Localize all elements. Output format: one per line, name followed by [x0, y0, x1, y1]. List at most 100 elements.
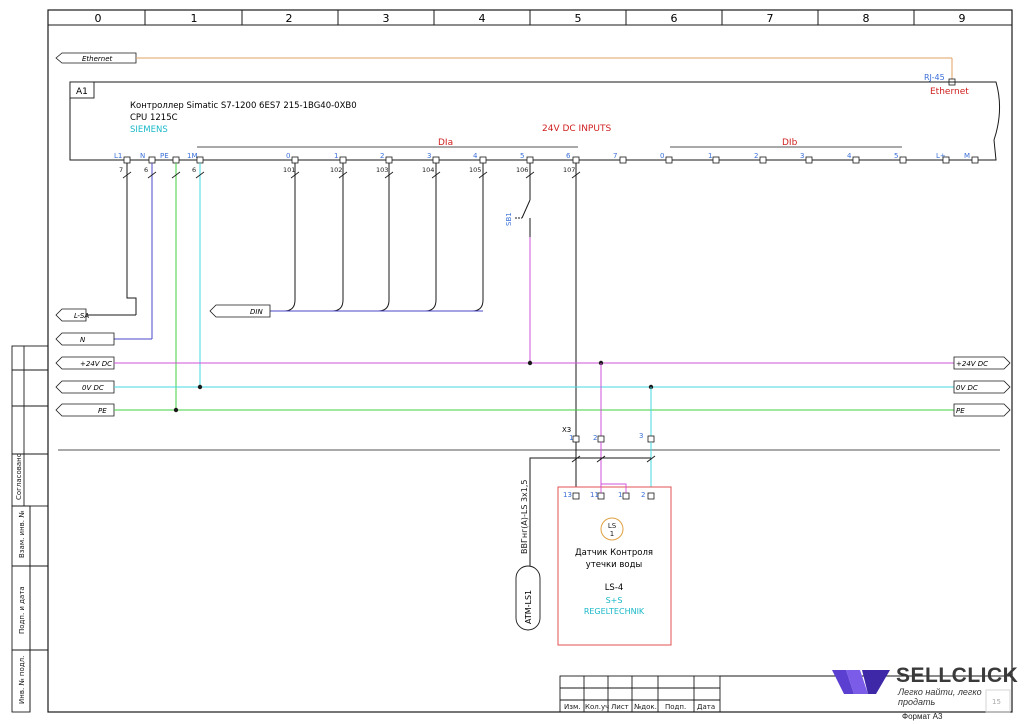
sensor-pin: 13: [563, 491, 572, 499]
pin-label: N: [140, 152, 145, 160]
pin-label: 6: [566, 152, 571, 160]
sensor-pin: 1: [618, 491, 622, 499]
power-buses: [114, 362, 954, 411]
ethernet-port-label: Ethernet: [930, 87, 969, 97]
left-offsheet-tags: L-SA N DIN +24V DC 0V DC PE: [55, 304, 271, 417]
sensor-brand2: REGELTECHNIK: [584, 607, 645, 616]
sensor-name-line1: Датчик Контроля: [575, 548, 653, 558]
column-ruler: 0 1 2 3 4 5 6 7 8 9: [48, 10, 1012, 26]
tb-list: Лист: [611, 703, 629, 711]
pin-label: PE: [160, 152, 169, 160]
ruler-col-2: 2: [286, 12, 293, 25]
watermark-title: SELLCLICK: [896, 664, 1019, 687]
x3-tag: X3: [562, 426, 571, 434]
ruler-col-1: 1: [191, 12, 198, 25]
wire-number: 104: [422, 166, 434, 174]
pin-label: M: [964, 152, 970, 160]
switch-label: SB1: [505, 212, 513, 226]
pin-label: 3: [427, 152, 431, 160]
pin-label: 4: [847, 152, 852, 160]
ruler-col-8: 8: [863, 12, 870, 25]
sensor-pin: 11: [590, 491, 599, 499]
ov-right-label: 0V DC: [956, 384, 978, 392]
pin-label: 2: [754, 152, 758, 160]
pe-left-label: PE: [98, 407, 107, 415]
sensor-name-line2: утечки воды: [586, 560, 642, 570]
x3-pin: 2: [593, 434, 597, 442]
wire-number: 6: [192, 166, 196, 174]
ethernet-offsheet-label: Ethernet: [82, 55, 113, 63]
sensor-symbol-num: 1: [610, 530, 614, 538]
sensor-pin: 2: [641, 491, 645, 499]
ruler-col-9: 9: [959, 12, 966, 25]
wire-number: 101: [283, 166, 295, 174]
pin-label: 1M: [187, 152, 198, 160]
cable-tag-label: ATM-LS1: [524, 590, 533, 624]
ruler-col-5: 5: [575, 12, 582, 25]
ruler-col-0: 0: [95, 12, 102, 25]
p24-right-label: +24V DC: [956, 360, 988, 368]
cable-label: ВВГнг(А)-LS 3х1,5: [520, 479, 529, 554]
watermark: SELLCLICK Легко найти, легко продать: [832, 664, 1018, 707]
module-line2: CPU 1215C: [130, 113, 178, 123]
format-label: Формат А3: [902, 712, 943, 721]
terminal-drops: [600, 363, 652, 436]
wire-numbers: 7 6 6 101 102 103 104 105 106 107: [119, 166, 575, 174]
wire-number: 107: [563, 166, 575, 174]
sensor-brand1: S+S: [606, 596, 623, 605]
sensor-symbol-tag: LS: [608, 522, 617, 530]
pe-right-label: PE: [956, 407, 965, 415]
wire-number: 102: [330, 166, 342, 174]
ruler-col-7: 7: [767, 12, 774, 25]
p24-left-label: +24V DC: [80, 360, 112, 368]
ethernet-link: Ethernet RJ-45 Ethernet: [55, 52, 969, 97]
stamp-agreed: Согласовано: [15, 453, 23, 500]
pin-label: 3: [800, 152, 804, 160]
module-vendor: SIEMENS: [130, 125, 168, 135]
tb-data: Дата: [697, 703, 715, 711]
group-b-label: DIb: [782, 138, 798, 148]
pin-wires: [86, 163, 577, 436]
wire-number: 105: [469, 166, 481, 174]
pin-label: L1: [114, 152, 122, 160]
tb-podp: Подп.: [665, 703, 686, 711]
schematic-drawing: 0 1 2 3 4 5 6 7 8 9 Ethernet RJ-45 Ether…: [11, 9, 1013, 713]
sb1-switch: SB1: [505, 199, 531, 237]
pin-label: 5: [520, 152, 524, 160]
watermark-subtitle: Легко найти, легко продать: [898, 687, 982, 707]
sensor-device: 13 11 1 2 LS 1 Датчик Контроля утечки во…: [557, 483, 672, 646]
cable-tag: ATM-LS1: [515, 565, 541, 631]
wire-number: 6: [144, 166, 148, 174]
pin-label: 0: [660, 152, 664, 160]
pin-label: 1: [708, 152, 712, 160]
din-label: DIN: [250, 308, 263, 316]
l-sa-label: L-SA: [74, 312, 89, 320]
ruler-col-6: 6: [671, 12, 678, 25]
pin-label: 4: [473, 152, 478, 160]
pin-label: 5: [894, 152, 898, 160]
pin-label: 1: [334, 152, 338, 160]
wire-number: 7: [119, 166, 123, 174]
ruler-col-3: 3: [383, 12, 390, 25]
pin-label: 7: [613, 152, 617, 160]
stamp-inv-original: Инв. № подл.: [18, 656, 26, 704]
rj45-label: RJ-45: [924, 73, 945, 82]
inputs-title: 24V DC INPUTS: [542, 124, 611, 134]
tb-koluch: Кол.уч: [585, 703, 609, 711]
pin-label: 2: [380, 152, 384, 160]
module-pins: L1 N PE 1M 0 1 2 3 4 5 6 7 0 1 2 3 4 5 L…: [114, 152, 979, 164]
sensor-model: LS-4: [605, 583, 624, 593]
x3-pin: 3: [639, 432, 643, 440]
ruler-col-4: 4: [479, 12, 486, 25]
wire-number: 106: [516, 166, 528, 174]
n-label: N: [80, 336, 86, 344]
group-a-label: DIa: [438, 138, 453, 148]
stamp-replaced-inv: Взам. инв. №: [18, 510, 26, 558]
wire-number: 103: [376, 166, 388, 174]
module-line1: Контроллер Simatic S7-1200 6ES7 215-1BG4…: [130, 101, 357, 111]
stamp-sign-date: Подп. и дата: [18, 586, 26, 634]
right-offsheet-tags: +24V DC 0V DC PE: [953, 356, 1011, 417]
tb-ndok: №док.: [634, 703, 657, 711]
ov-left-label: 0V DC: [82, 384, 104, 392]
pin-label: 0: [286, 152, 290, 160]
